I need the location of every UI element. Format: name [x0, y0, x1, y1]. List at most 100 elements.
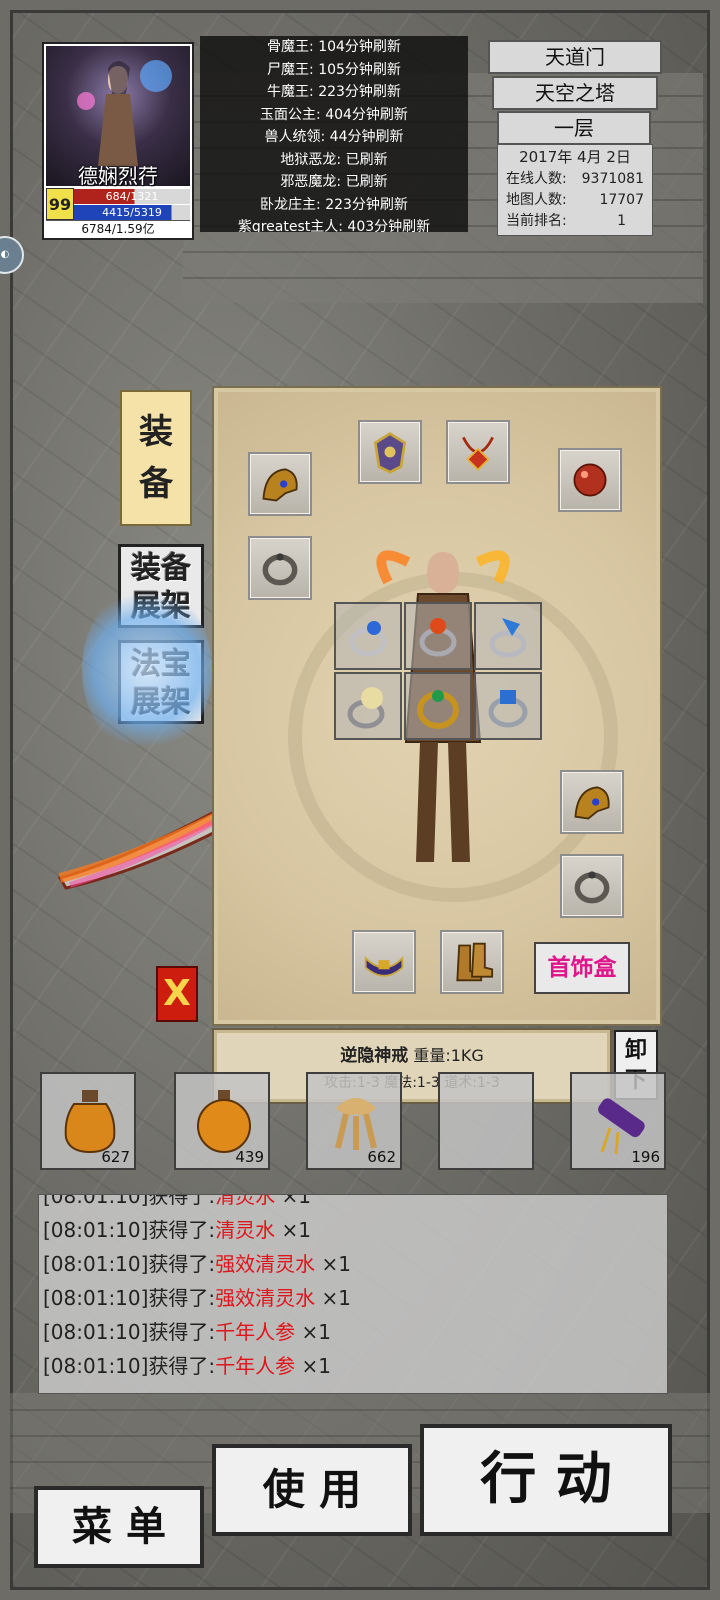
log-line: [08:01:10]获得了:千年人参 ×1 [39, 1315, 667, 1349]
online-count-row: 在线人数: 9371081 [498, 169, 652, 190]
player-name: 德娴烈荇 [78, 164, 158, 188]
bracelet-slot[interactable] [248, 536, 312, 600]
log-verb: 获得了: [148, 1218, 216, 1242]
boss-row: 兽人统领: 44分钟刷新 [264, 129, 404, 145]
ring-slot[interactable] [334, 672, 402, 740]
boss-row: 地狱恶龙: 已刷新 [280, 151, 388, 168]
belt-slot[interactable] [352, 930, 416, 994]
item-count: 627 [101, 1148, 130, 1166]
bracelet-icon [262, 553, 298, 586]
ring-slot[interactable] [334, 602, 402, 670]
ring-slot[interactable] [404, 602, 472, 670]
item-slot[interactable]: 627 [40, 1072, 136, 1170]
mp-value: 4415 [102, 206, 131, 219]
boss-row: 牛魔王: 223分钟刷新 [267, 84, 401, 100]
server-info: 2017年 4月 2日 在线人数: 9371081 地图人数: 17707 当前排名… [497, 144, 653, 236]
item-tooltip: 逆隐神戒 重量:1KG 攻击:1-3 魔法:1-3 道术:1-3 [212, 1028, 612, 1104]
online-value: 9371081 [581, 171, 644, 187]
ring-icon [488, 690, 528, 728]
player-level: 99 [46, 188, 74, 220]
item-title-line: 逆隐神戒 重量:1KG [217, 1041, 607, 1066]
log-item: 清灵水 [215, 1218, 276, 1242]
log-verb: 获得了: [148, 1252, 216, 1276]
shield-aura [82, 585, 212, 755]
item-slot[interactable]: 439 [174, 1072, 270, 1170]
item-name: 逆隐神戒 [340, 1046, 409, 1066]
mp-max: 5319 [133, 206, 162, 219]
item-count: 439 [235, 1148, 264, 1166]
log-line: [08:01:10]获得了:强效清灵水 ×1 [39, 1247, 667, 1281]
hp-value: 684 [105, 190, 127, 203]
loot-log: [08:01:10]获得了:清灵水 ×1 [08:01:10]获得了:清灵水 ×… [38, 1194, 668, 1394]
ring-slot[interactable] [474, 672, 542, 740]
server-date: 2017年 4月 2日 [519, 148, 631, 166]
potion-icon [64, 1090, 116, 1154]
potion-icon [197, 1090, 251, 1153]
log-line: [08:01:10]获得了:千年人参 ×1 [39, 1349, 667, 1383]
helmet-slot-2[interactable] [560, 770, 624, 834]
ginseng-icon [335, 1098, 377, 1150]
map-count-label: 地图人数: [506, 192, 567, 208]
mp-bar: 4415/5319 [74, 205, 190, 220]
use-button[interactable]: 使 用 [212, 1444, 412, 1536]
menu-button[interactable]: 菜 单 [34, 1486, 204, 1568]
equipment-tab[interactable]: 装 备 [120, 390, 192, 526]
ring-icon [417, 690, 459, 729]
close-button[interactable]: X [156, 966, 198, 1022]
map-floor: 一层 [497, 111, 651, 145]
log-verb: 获得了: [148, 1194, 216, 1208]
map-count-value: 17707 [599, 192, 644, 208]
log-time: [08:01:10] [43, 1252, 149, 1276]
log-time: [08:01:10] [43, 1354, 149, 1378]
bracelet-slot-2[interactable] [560, 854, 624, 918]
bracelet-icon [574, 871, 610, 904]
map-name: 天空之塔 [492, 76, 658, 110]
medal-slot[interactable] [358, 420, 422, 484]
item-slot[interactable]: 662 [306, 1072, 402, 1170]
scroll-icon [598, 1098, 645, 1154]
unequip-line1: 卸 [624, 1038, 647, 1063]
rank-label: 当前排名: [506, 213, 567, 229]
item-slot-empty[interactable] [438, 1072, 534, 1170]
ring-slot[interactable] [404, 672, 472, 740]
item-slot[interactable]: 196 [570, 1072, 666, 1170]
hp-max: 1321 [130, 190, 159, 203]
log-time: [08:01:10] [43, 1320, 149, 1344]
ring-icon [489, 618, 527, 658]
boss-row: 邪恶魔龙: 已刷新 [280, 174, 388, 190]
log-line: [08:01:10]获得了:强效清灵水 ×1 [39, 1281, 667, 1315]
boots-slot[interactable] [440, 930, 504, 994]
helmet-icon [574, 786, 610, 820]
equipment-panel: 首饰盒 [212, 386, 662, 1026]
orb-slot[interactable] [558, 448, 622, 512]
item-count: 662 [367, 1148, 396, 1166]
log-qty: ×1 [295, 1320, 332, 1344]
equipment-shelf-line1: 装备 [131, 551, 191, 586]
log-time: [08:01:10] [43, 1194, 149, 1208]
equipment-tab-char1: 装 [139, 412, 173, 452]
log-verb: 获得了: [148, 1286, 216, 1310]
ring-icon [419, 618, 457, 657]
boss-row: 卧龙庄主: 223分钟刷新 [260, 196, 408, 213]
equipment-tab-char2: 备 [139, 464, 173, 504]
log-item: 千年人参 [215, 1354, 296, 1378]
helmet-slot[interactable] [248, 452, 312, 516]
boss-row: 紫greatest主人: 403分钟刷新 [237, 219, 431, 232]
log-qty: ×1 [275, 1218, 312, 1242]
jewelry-box-button[interactable]: 首饰盒 [534, 942, 630, 994]
log-qty: ×1 [295, 1354, 332, 1378]
log-verb: 获得了: [148, 1354, 216, 1378]
log-item: 强效清灵水 [215, 1252, 316, 1276]
player-portrait[interactable]: 德娴烈荇 99 684/1321 4415/5319 6784/1.59亿 [42, 42, 194, 240]
log-qty: ×1 [315, 1252, 352, 1276]
belt-icon [364, 956, 404, 977]
item-count: 196 [631, 1148, 660, 1166]
helmet-icon [262, 468, 298, 502]
action-button[interactable]: 行 动 [420, 1424, 672, 1536]
log-line: [08:01:10]获得了:清灵水 ×1 [39, 1194, 667, 1213]
boss-refresh-list: 骨魔王: 104分钟刷新 尸魔王: 105分钟刷新 牛魔王: 223分钟刷新 玉… [200, 36, 468, 232]
ring-slot[interactable] [474, 602, 542, 670]
item-weight: 重量:1KG [413, 1046, 484, 1065]
necklace-slot[interactable] [446, 420, 510, 484]
boss-row: 骨魔王: 104分钟刷新 [267, 39, 401, 55]
